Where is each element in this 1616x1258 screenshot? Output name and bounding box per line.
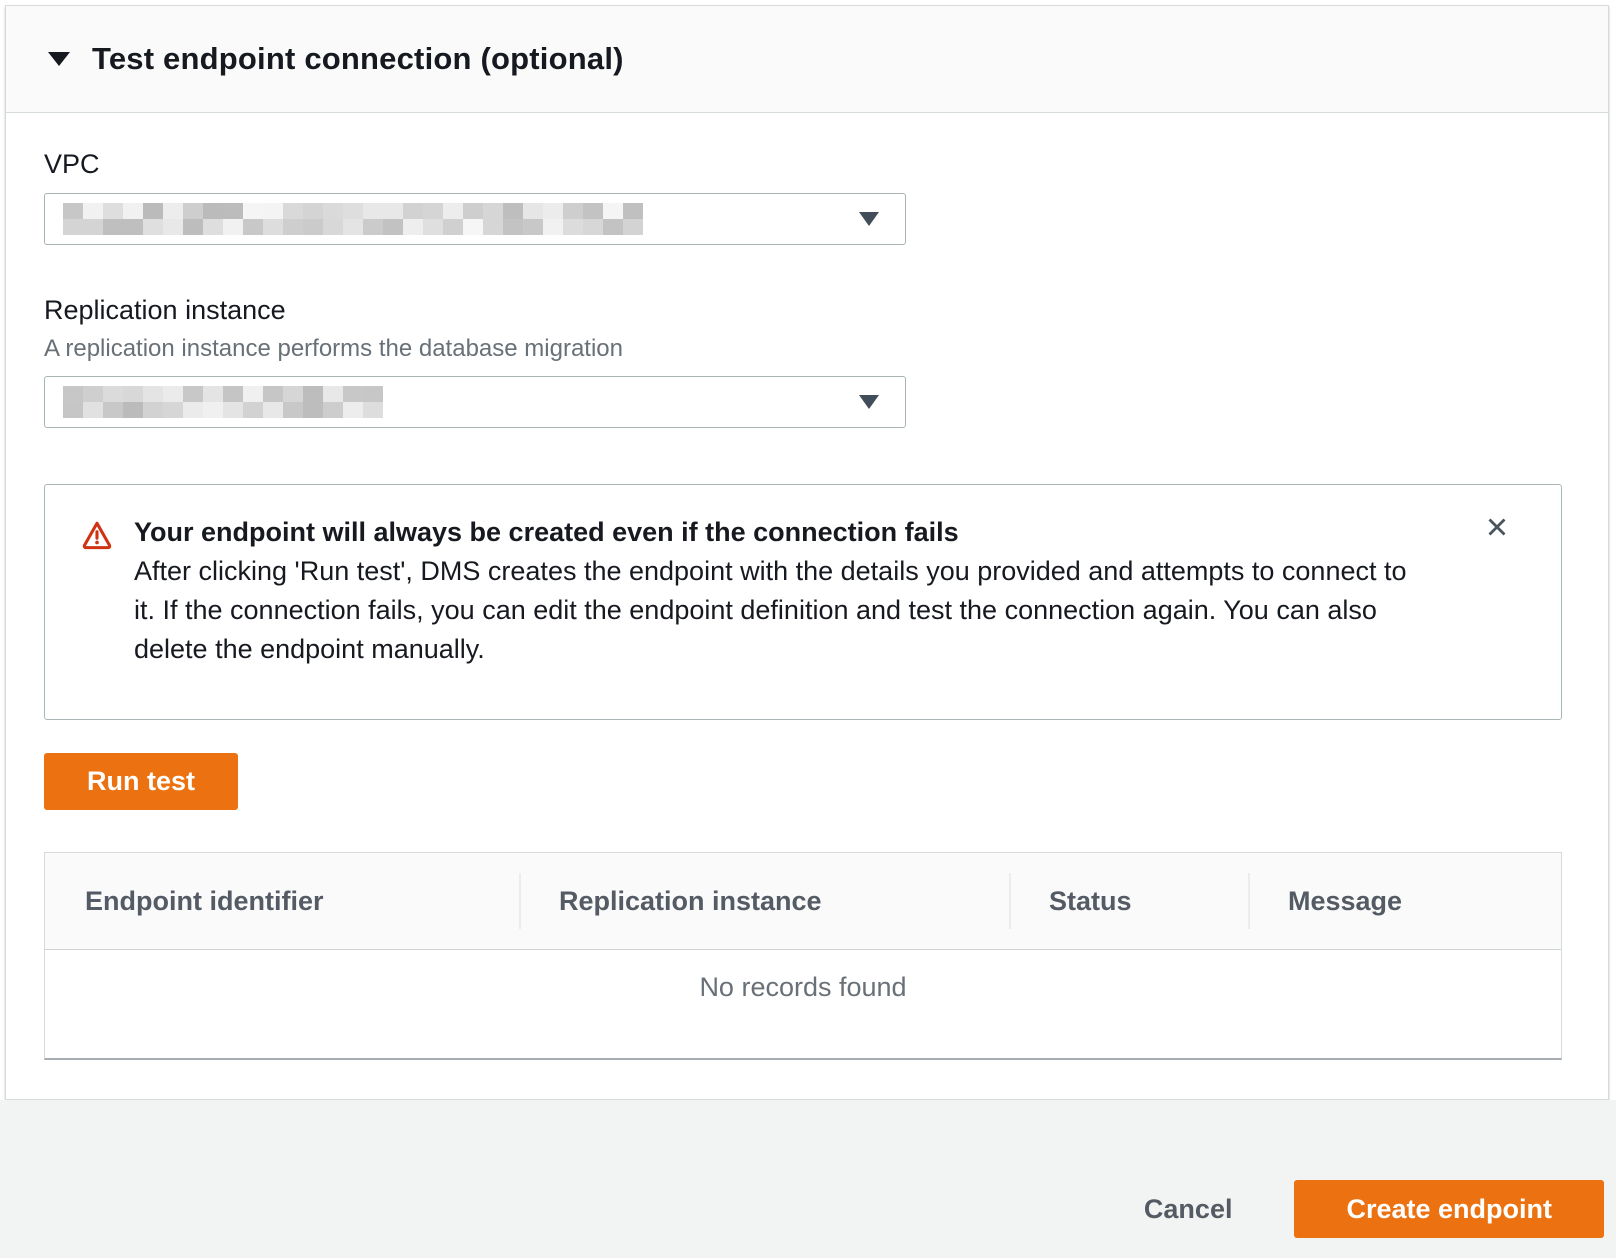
alert-body: After clicking 'Run test', DMS creates t…: [134, 552, 1421, 669]
redacted-value: [63, 386, 383, 418]
chevron-down-icon: [859, 395, 879, 409]
warning-triangle-icon: [81, 519, 113, 556]
collapse-caret-icon: [48, 52, 70, 66]
replication-instance-description: A replication instance performs the data…: [44, 335, 1562, 363]
cancel-button[interactable]: Cancel: [1144, 1194, 1233, 1225]
redacted-value: [63, 203, 643, 235]
create-endpoint-button[interactable]: Create endpoint: [1294, 1180, 1604, 1238]
column-header-status: Status: [1009, 853, 1248, 949]
section-content: VPC Replication instance A replication i…: [6, 149, 1608, 1060]
test-results-table: Endpoint identifier Replication instance…: [44, 852, 1562, 1060]
page-footer: Cancel Create endpoint: [0, 1100, 1616, 1258]
section-header[interactable]: Test endpoint connection (optional): [6, 6, 1608, 113]
column-header-replication-instance: Replication instance: [519, 853, 1009, 949]
table-header-row: Endpoint identifier Replication instance…: [45, 853, 1561, 950]
chevron-down-icon: [859, 212, 879, 226]
replication-instance-select[interactable]: [44, 376, 906, 428]
column-header-endpoint-identifier: Endpoint identifier: [45, 853, 519, 949]
column-header-message: Message: [1248, 853, 1561, 949]
alert-title: Your endpoint will always be created eve…: [134, 513, 1421, 552]
close-icon[interactable]: [1479, 509, 1515, 545]
replication-instance-label: Replication instance: [44, 295, 1562, 326]
footer-actions: Cancel Create endpoint: [1144, 1180, 1604, 1238]
vpc-label: VPC: [44, 149, 1562, 180]
warning-alert: Your endpoint will always be created eve…: [44, 484, 1562, 720]
vpc-select[interactable]: [44, 193, 906, 245]
run-test-button[interactable]: Run test: [44, 753, 238, 810]
table-empty-message: No records found: [45, 950, 1561, 1058]
test-endpoint-panel: Test endpoint connection (optional) VPC …: [5, 5, 1609, 1100]
section-title: Test endpoint connection (optional): [92, 41, 624, 77]
